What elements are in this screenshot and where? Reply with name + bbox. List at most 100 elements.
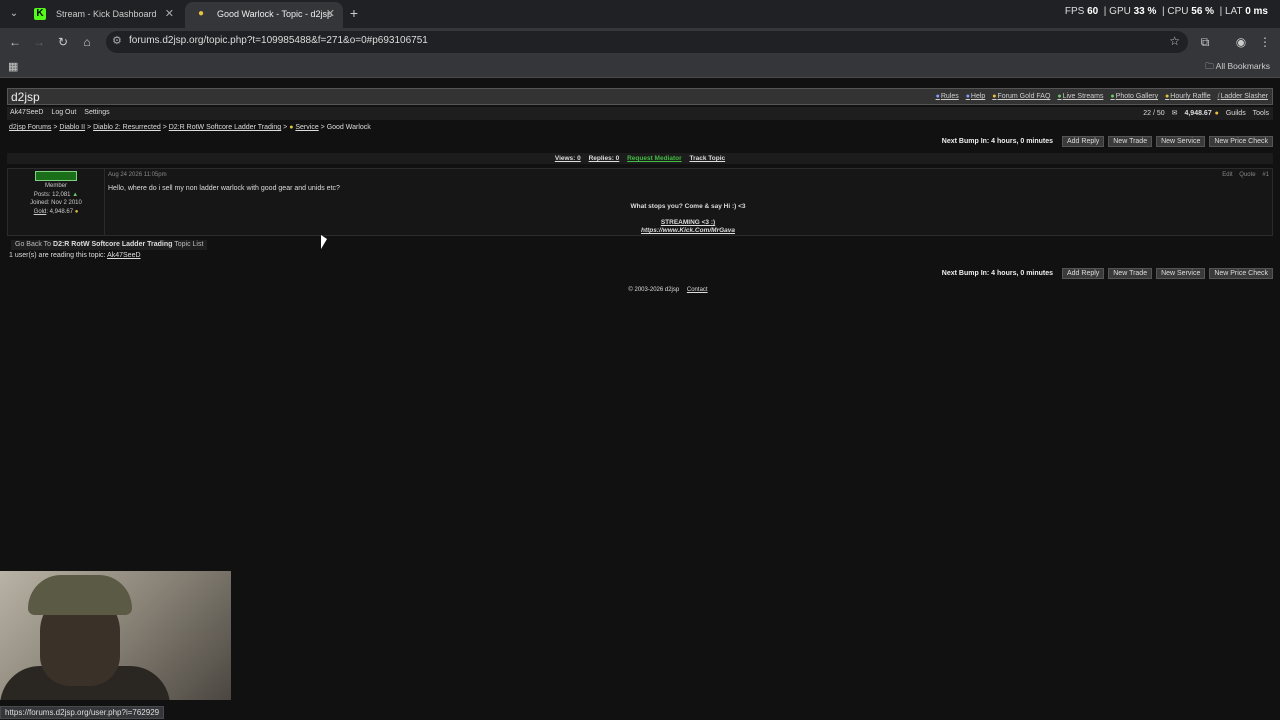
replies-link[interactable]: Replies: 0: [589, 155, 620, 162]
post-number-link[interactable]: #1: [1262, 172, 1269, 178]
tab-search-chevron-icon[interactable]: ⌄: [6, 6, 22, 22]
address-bar[interactable]: ⚙ forums.d2jsp.org/topic.php?t=109985488…: [106, 31, 1188, 53]
site-header: d2jsp ●Rules ●Help ●Forum Gold FAQ ●Live…: [7, 88, 1273, 105]
performance-overlay: FPS 60 | GPU 33 % | CPU 56 % | LAT 0 ms: [1064, 6, 1268, 17]
edit-link[interactable]: Edit: [1222, 172, 1232, 178]
contact-link[interactable]: Contact: [687, 287, 708, 293]
tab-label: Stream - Kick Dashboard: [56, 9, 157, 19]
all-bookmarks-button[interactable]: 🗀 All Bookmarks: [1205, 61, 1270, 75]
breadcrumb-diablo2[interactable]: Diablo II: [59, 124, 85, 131]
d2jsp-favicon-icon: ●: [197, 8, 205, 19]
kick-favicon-icon: K: [34, 8, 46, 20]
go-back-link[interactable]: Go Back To D2:R RotW Softcore Ladder Tra…: [11, 240, 208, 250]
fps-label: FPS: [1064, 6, 1085, 17]
status-bar-url: https://forums.d2jsp.org/user.php?i=7629…: [0, 706, 165, 719]
nav-hourly-raffle[interactable]: ●Hourly Raffle: [1165, 93, 1211, 100]
track-topic-link[interactable]: Track Topic: [689, 155, 725, 162]
sig-line: What stops you? Come & say Hi :) <3: [630, 203, 746, 210]
webcam-person-cap: [28, 575, 132, 615]
nav-photo-gallery[interactable]: ●Photo Gallery: [1110, 93, 1158, 100]
new-trade-button[interactable]: New Trade: [1108, 268, 1153, 279]
post-author-panel: Member Posts: 12,081 ▲ Joined: Nov 2 201…: [8, 169, 105, 235]
footer: © 2003-2026 d2jsp Contact: [0, 287, 1280, 293]
new-price-check-button[interactable]: New Price Check: [1209, 268, 1273, 279]
new-service-button[interactable]: New Service: [1156, 268, 1206, 279]
back-icon[interactable]: ←: [7, 34, 23, 50]
goback-suffix: Topic List: [174, 241, 204, 248]
nav-forum-gold-faq[interactable]: ●Forum Gold FAQ: [992, 93, 1050, 100]
breadcrumb-service[interactable]: Service: [295, 124, 318, 131]
fps-value: 60: [1087, 6, 1099, 17]
sword-icon: /: [1217, 93, 1220, 100]
settings-link[interactable]: Settings: [84, 109, 109, 116]
profile-avatar-icon[interactable]: ◉: [1233, 34, 1249, 50]
author-name-badge[interactable]: [35, 171, 77, 181]
views-link[interactable]: Views: 0: [555, 155, 581, 162]
author-posts: Posts: 12,081 ▲: [33, 191, 79, 198]
gold-link[interactable]: Gold: [34, 209, 47, 215]
topic-stats-bar: Views: 0 Replies: 0 Request Mediator Tra…: [7, 153, 1273, 164]
post-tools: Edit Quote #1: [1217, 172, 1269, 178]
breadcrumb: d2jsp Forums > Diablo II > Diablo 2: Res…: [9, 124, 371, 131]
tab-good-warlock[interactable]: ● Good Warlock - Topic - d2jsp ✕: [185, 2, 343, 28]
site-info-icon[interactable]: ⚙: [112, 34, 122, 47]
breadcrumb-d2r[interactable]: Diablo 2: Resurrected: [93, 124, 161, 131]
sig-streaming-link[interactable]: STREAMING <3 :): [488, 219, 888, 227]
nav-live-streams[interactable]: ●Live Streams: [1057, 93, 1103, 100]
bump-timer: Next Bump In: 4 hours, 0 minutes: [941, 270, 1054, 277]
close-tab-icon[interactable]: ✕: [326, 2, 335, 26]
top-nav: ●Rules ●Help ●Forum Gold FAQ ●Live Strea…: [931, 93, 1268, 100]
guilds-link[interactable]: Guilds: [1226, 110, 1246, 117]
add-reply-button[interactable]: Add Reply: [1062, 136, 1105, 147]
all-bookmarks-label: All Bookmarks: [1215, 61, 1270, 71]
tools-link[interactable]: Tools: [1253, 110, 1269, 117]
username-link[interactable]: Ak47SeeD: [10, 109, 43, 116]
users-reading: 1 user(s) are reading this topic: Ak47Se…: [9, 252, 141, 259]
reading-user-link[interactable]: Ak47SeeD: [107, 252, 140, 259]
add-reply-button[interactable]: Add Reply: [1062, 268, 1105, 279]
new-price-check-button[interactable]: New Price Check: [1209, 136, 1273, 147]
pm-count[interactable]: 22 / 50: [1143, 110, 1164, 117]
post-date: Aug 24 2026 11:05pm: [108, 172, 167, 178]
gold-amount[interactable]: 4,948.67: [1184, 110, 1211, 117]
new-tab-button[interactable]: +: [346, 4, 362, 22]
request-mediator-link[interactable]: Request Mediator: [627, 155, 682, 162]
author-gold: Gold: 4,948.67 ●: [33, 208, 79, 215]
nav-rules[interactable]: ●Rules: [936, 93, 959, 100]
sig-kick-link[interactable]: https://www.Kick.Com/MrGava: [488, 227, 888, 235]
close-tab-icon[interactable]: ✕: [165, 2, 174, 26]
breadcrumb-forums[interactable]: d2jsp Forums: [9, 124, 51, 131]
forward-icon[interactable]: →: [31, 34, 47, 50]
forum-post: Member Posts: 12,081 ▲ Joined: Nov 2 201…: [7, 168, 1273, 236]
gold-icon: ●: [74, 208, 79, 215]
reading-text: 1 user(s) are reading this topic:: [9, 252, 106, 259]
copyright: © 2003-2026 d2jsp: [628, 287, 680, 293]
tab-kick-dashboard[interactable]: K Stream - Kick Dashboard ✕: [24, 2, 182, 28]
bump-timer: Next Bump In: 4 hours, 0 minutes: [941, 138, 1054, 145]
apps-grid-icon[interactable]: ▦: [8, 60, 18, 73]
new-service-button[interactable]: New Service: [1156, 136, 1206, 147]
home-icon[interactable]: ⌂: [79, 34, 95, 50]
nav-help[interactable]: ●Help: [966, 93, 986, 100]
mail-icon[interactable]: ✉: [1172, 110, 1178, 117]
logout-link[interactable]: Log Out: [51, 109, 76, 116]
breadcrumb-ladder-trading[interactable]: D2:R RotW Softcore Ladder Trading: [169, 124, 281, 131]
lat-label: LAT: [1225, 6, 1243, 17]
rank-icon: ▲: [72, 191, 79, 198]
post-signature: What stops you? Come & say Hi :) <3 STRE…: [488, 203, 888, 235]
reload-icon[interactable]: ↻: [55, 34, 71, 50]
gold-icon: ●: [1214, 110, 1219, 117]
user-bar: Ak47SeeD Log Out Settings 22 / 50 ✉ 4,94…: [7, 107, 1273, 120]
menu-icon[interactable]: ⋮: [1257, 34, 1273, 50]
new-trade-button[interactable]: New Trade: [1108, 136, 1153, 147]
nav-ladder-slasher[interactable]: /Ladder Slasher: [1218, 93, 1268, 100]
site-logo[interactable]: d2jsp: [11, 90, 40, 104]
gold-icon: ●: [992, 93, 997, 100]
quote-link[interactable]: Quote: [1239, 172, 1255, 178]
info-icon: ●: [935, 93, 940, 100]
url-text[interactable]: forums.d2jsp.org/topic.php?t=109985488&f…: [129, 35, 428, 46]
bookmark-star-icon[interactable]: ☆: [1169, 34, 1180, 48]
cpu-value: 56 %: [1191, 6, 1215, 17]
extensions-icon[interactable]: ⧉: [1197, 34, 1213, 50]
stream-icon: ●: [1057, 93, 1062, 100]
